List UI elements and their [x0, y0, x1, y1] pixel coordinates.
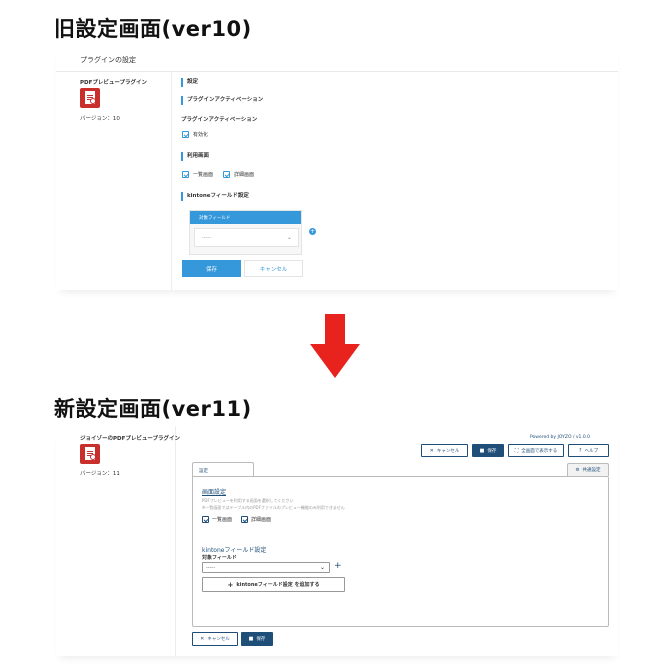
powered-by-label: Powered by JOYZO / v1.0.0 — [530, 435, 590, 440]
bottom-save-label: 保存 — [256, 637, 266, 642]
new-list-view-checkbox[interactable]: 一覧画面 — [202, 516, 232, 523]
add-kintone-field-button[interactable]: + kintoneフィールド設定 を追加する — [202, 577, 345, 592]
new-plugin-sidebar — [56, 426, 176, 656]
tab-settings[interactable]: 設定 — [192, 462, 254, 476]
plus-icon: + — [227, 580, 234, 589]
close-icon: ✕ — [200, 636, 205, 642]
old-activation-label: プラグインアクティベーション — [181, 117, 258, 123]
chevron-down-icon: ⌄ — [286, 234, 292, 241]
toolbar-cancel-label: キャンセル — [436, 448, 460, 454]
old-field-table: 対象フィールド ----- ⌄ — [189, 210, 302, 255]
fullscreen-label: 全画面で表示する — [521, 448, 558, 454]
toolbar-save-label: 保存 — [487, 448, 497, 454]
new-plugin-version: バージョン：11 — [80, 471, 120, 477]
checkbox-checked-icon — [182, 171, 189, 178]
old-settings-panel: プラグインの設定 PDFプレビュープラグイン バージョン：10 — [56, 45, 618, 290]
checkbox-checked-icon — [223, 171, 230, 178]
old-detail-view-checkbox[interactable]: 詳細画面 — [223, 171, 254, 178]
old-save-button[interactable]: 保存 — [182, 260, 241, 277]
screen-settings-heading: 画面設定 — [202, 489, 227, 496]
add-kintone-field-label: kintoneフィールド設定 を追加する — [236, 582, 320, 588]
save-icon: ■ — [248, 636, 254, 642]
old-screen-title: 旧設定画面(ver10) — [54, 17, 252, 41]
target-field-label: 対象フィールド — [202, 555, 237, 561]
checkbox-checked-icon — [182, 131, 189, 138]
help-icon: ? — [578, 447, 582, 454]
new-screen-title: 新設定画面(ver11) — [54, 397, 252, 421]
old-detail-view-label: 詳細画面 — [234, 172, 255, 178]
gear-icon: ⚙ — [575, 467, 580, 473]
chevron-down-icon: ⌄ — [319, 564, 325, 571]
new-list-view-label: 一覧画面 — [212, 517, 233, 523]
checkbox-checked-icon — [241, 516, 248, 523]
old-section-kintone: kintoneフィールド設定 — [181, 192, 249, 201]
pdf-plugin-icon — [80, 88, 100, 108]
old-enable-label: 有効化 — [193, 132, 209, 138]
checkbox-checked-icon — [202, 516, 209, 523]
old-plugin-sidebar — [56, 72, 172, 290]
new-plugin-name: ジョイゾーのPDFプレビュープラグイン — [80, 436, 181, 442]
old-enable-checkbox[interactable]: 有効化 — [182, 131, 208, 138]
toolbar-cancel-button[interactable]: ✕ キャンセル — [421, 444, 468, 457]
old-plugin-name: PDFプレビュープラグイン — [80, 80, 148, 86]
target-field-select[interactable]: ----- ⌄ — [202, 562, 330, 573]
new-detail-view-checkbox[interactable]: 詳細画面 — [241, 516, 271, 523]
screen-settings-note: ※一覧画面ではテーブル内のPDFファイルのプレビュー機能のみ利用できません — [202, 505, 345, 510]
kintone-field-settings-heading: kintoneフィールド設定 — [202, 547, 267, 554]
save-icon: ■ — [479, 447, 485, 454]
help-button[interactable]: ? ヘルプ — [568, 444, 609, 457]
old-list-view-label: 一覧画面 — [193, 172, 214, 178]
close-icon: ✕ — [429, 447, 434, 454]
screen-settings-description: PDFプレビューを利用する画面を選択してください — [202, 498, 294, 503]
add-row-icon[interactable]: + — [309, 228, 316, 235]
old-target-field-select[interactable]: ----- ⌄ — [194, 228, 299, 247]
add-row-icon[interactable]: + — [334, 561, 342, 572]
old-list-view-checkbox[interactable]: 一覧画面 — [182, 171, 213, 178]
fullscreen-button[interactable]: ⛶ 全画面で表示する — [508, 444, 564, 457]
bottom-cancel-label: キャンセル — [207, 637, 230, 642]
old-target-field-header: 対象フィールド — [190, 211, 301, 224]
old-plugin-version: バージョン：10 — [80, 116, 120, 122]
tab-common-settings[interactable]: ⚙ 共通設定 — [567, 463, 609, 476]
help-label: ヘルプ — [584, 448, 599, 454]
new-detail-view-label: 詳細画面 — [251, 517, 272, 523]
old-cancel-button[interactable]: キャンセル — [244, 260, 303, 277]
old-select-value: ----- — [202, 235, 212, 241]
pdf-plugin-icon — [80, 444, 100, 464]
bottom-cancel-button[interactable]: ✕ キャンセル — [192, 632, 238, 646]
tab-common-label: 共通設定 — [582, 468, 601, 473]
old-page-header: プラグインの設定 — [80, 56, 136, 64]
target-field-value: ----- — [206, 565, 216, 571]
bottom-save-button[interactable]: ■ 保存 — [241, 632, 273, 646]
old-section-settings: 設定 — [181, 78, 198, 87]
old-section-activation: プラグインアクティベーション — [181, 96, 263, 105]
expand-icon: ⛶ — [514, 447, 519, 454]
arrow-down-icon — [310, 314, 360, 378]
toolbar-save-button[interactable]: ■ 保存 — [472, 444, 504, 457]
old-section-usage: 利用画面 — [181, 152, 209, 161]
